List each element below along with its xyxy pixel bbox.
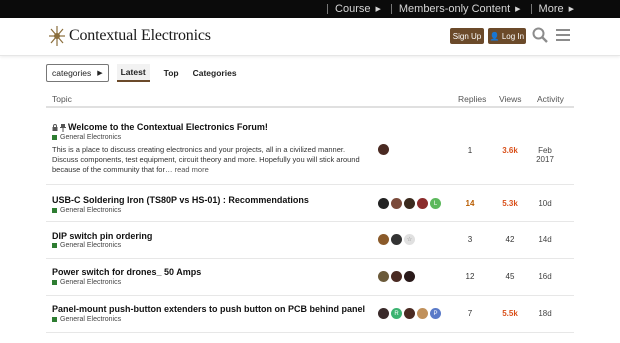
avatar[interactable] <box>391 198 402 209</box>
logo-mark-icon <box>49 26 65 46</box>
sign-up-button[interactable]: Sign Up <box>450 28 484 44</box>
logo-text: Contextual Electronics <box>69 27 211 44</box>
site-logo[interactable]: Contextual Electronics <box>48 25 211 47</box>
topic-title[interactable]: Power switch for drones_ 50 Amps <box>52 267 201 277</box>
avatar[interactable]: P <box>430 308 441 319</box>
nav-course[interactable]: Course ▶ <box>327 3 381 15</box>
reply-count: 14 <box>465 199 475 208</box>
caret-right-icon: ▶ <box>97 70 103 77</box>
view-count: 42 <box>505 235 515 244</box>
avatar[interactable] <box>378 308 389 319</box>
topic-nav: categories ▶ Latest Top Categories <box>46 62 237 84</box>
table-row: Panel-mount push-button extenders to pus… <box>46 296 574 333</box>
topic-table-header: Topic Replies Views Activity <box>46 88 574 108</box>
topic-excerpt: This is a place to discuss creating elec… <box>52 145 360 174</box>
top-nav-bar: Course ▶ Members-only Content ▶ More ▶ <box>0 0 620 18</box>
category-badge[interactable]: General Electronics <box>52 242 121 249</box>
column-activity[interactable]: Activity <box>537 94 564 104</box>
avatar[interactable] <box>378 234 389 245</box>
topic-title[interactable]: DIP switch pin ordering <box>52 231 152 241</box>
log-in-button[interactable]: 👤 Log In <box>488 28 526 44</box>
activity-date[interactable]: 10d <box>530 199 560 208</box>
reply-count: 1 <box>467 146 473 155</box>
read-more-link[interactable]: read more <box>175 165 209 174</box>
avatar[interactable] <box>391 271 402 282</box>
user-icon: 👤 <box>489 31 500 41</box>
table-row: Welcome to the Contextual Electronics Fo… <box>46 112 574 185</box>
tab-top[interactable]: Top <box>164 64 179 82</box>
lock-icon <box>52 124 58 132</box>
hamburger-menu-icon[interactable] <box>556 28 570 42</box>
avatar[interactable]: L <box>430 198 441 209</box>
avatar[interactable] <box>378 198 389 209</box>
activity-date[interactable]: Feb 2017 <box>530 146 560 164</box>
activity-date[interactable]: 14d <box>530 235 560 244</box>
view-count: 45 <box>505 272 515 281</box>
column-replies[interactable]: Replies <box>458 94 486 104</box>
caret-right-icon: ▶ <box>568 6 574 13</box>
reply-count: 3 <box>467 235 473 244</box>
category-badge[interactable]: General Electronics <box>52 279 121 286</box>
avatar[interactable] <box>404 198 415 209</box>
view-count: 3.6k <box>502 146 518 155</box>
nav-members-only[interactable]: Members-only Content ▶ <box>390 3 521 15</box>
avatar[interactable] <box>378 271 389 282</box>
table-row: Power switch for drones_ 50 Amps General… <box>46 259 574 296</box>
activity-date[interactable]: 18d <box>530 309 560 318</box>
activity-date[interactable]: 16d <box>530 272 560 281</box>
search-icon[interactable] <box>532 27 548 43</box>
reply-count: 7 <box>467 309 473 318</box>
topic-title[interactable]: USB-C Soldering Iron (TS80P vs HS-01) : … <box>52 195 309 205</box>
category-badge[interactable]: General Electronics <box>52 134 121 141</box>
tab-latest[interactable]: Latest <box>116 64 150 82</box>
avatar[interactable]: R <box>391 308 402 319</box>
category-badge[interactable]: General Electronics <box>52 207 121 214</box>
pin-icon <box>60 123 66 132</box>
caret-right-icon: ▶ <box>375 6 381 13</box>
avatar[interactable] <box>417 198 428 209</box>
avatar[interactable] <box>417 308 428 319</box>
table-row: USB-C Soldering Iron (TS80P vs HS-01) : … <box>46 185 574 222</box>
column-topic: Topic <box>52 94 72 104</box>
category-badge[interactable]: General Electronics <box>52 316 121 323</box>
table-row: DIP switch pin ordering General Electron… <box>46 222 574 259</box>
caret-right-icon: ▶ <box>515 6 521 13</box>
column-views[interactable]: Views <box>499 94 522 104</box>
avatar[interactable] <box>378 144 389 155</box>
avatar[interactable] <box>404 271 415 282</box>
topic-title[interactable]: Panel-mount push-button extenders to pus… <box>52 304 365 314</box>
avatar[interactable] <box>391 234 402 245</box>
site-header: Contextual Electronics Sign Up 👤 Log In <box>0 18 620 56</box>
avatar[interactable]: ☆ <box>404 234 415 245</box>
view-count: 5.5k <box>502 309 518 318</box>
tab-categories[interactable]: Categories <box>193 64 237 82</box>
categories-dropdown[interactable]: categories ▶ <box>46 64 109 82</box>
reply-count: 12 <box>465 272 475 281</box>
topic-title[interactable]: Welcome to the Contextual Electronics Fo… <box>52 122 268 132</box>
view-count: 5.3k <box>502 199 518 208</box>
avatar[interactable] <box>404 308 415 319</box>
nav-more[interactable]: More ▶ <box>530 3 574 15</box>
